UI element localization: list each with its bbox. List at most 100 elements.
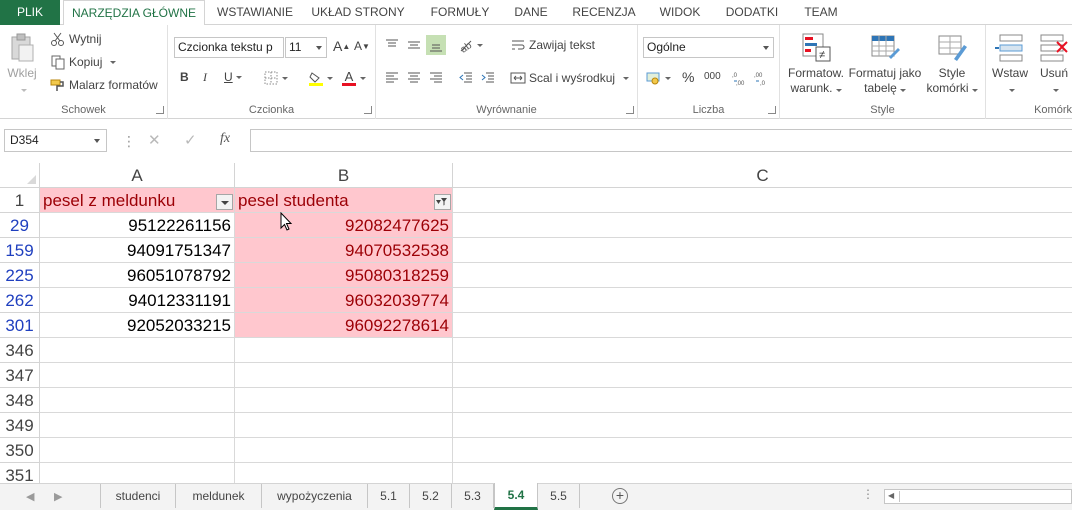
copy-button[interactable]: Kopiuj bbox=[50, 54, 117, 70]
empty-cell[interactable] bbox=[453, 363, 1072, 388]
empty-cell[interactable] bbox=[40, 363, 235, 388]
increase-decimal-button[interactable]: ,0,00 bbox=[732, 70, 748, 87]
pesel-student-cell[interactable]: 94070532538 bbox=[235, 238, 453, 263]
wrap-text-button[interactable]: Zawijaj tekst bbox=[510, 37, 595, 53]
row-header[interactable]: 1 bbox=[0, 188, 40, 213]
sheet-tab-studenci[interactable]: studenci bbox=[101, 484, 176, 508]
select-all-button[interactable] bbox=[0, 163, 40, 188]
empty-cell[interactable] bbox=[453, 413, 1072, 438]
column-header-b[interactable]: B bbox=[235, 163, 453, 188]
grow-font-button[interactable]: A ▲ bbox=[333, 38, 350, 54]
increase-indent-button[interactable] bbox=[480, 70, 496, 86]
pesel-meldunek-cell[interactable]: 94091751347 bbox=[40, 238, 235, 263]
column-header-a[interactable]: A bbox=[40, 163, 235, 188]
row-header[interactable]: 346 bbox=[0, 338, 40, 363]
percent-button[interactable]: % bbox=[682, 69, 694, 85]
shrink-font-button[interactable]: A ▼ bbox=[354, 39, 370, 53]
tab-file[interactable]: PLIK bbox=[0, 0, 60, 25]
row-header[interactable]: 301 bbox=[0, 313, 40, 338]
empty-cell[interactable] bbox=[453, 438, 1072, 463]
align-bottom-button[interactable] bbox=[426, 35, 446, 55]
empty-cell[interactable] bbox=[40, 463, 235, 483]
sheet-tab-5-3[interactable]: 5.3 bbox=[452, 484, 494, 508]
empty-cell[interactable] bbox=[453, 213, 1072, 238]
add-sheet-icon[interactable]: + bbox=[612, 488, 628, 504]
empty-cell[interactable] bbox=[40, 338, 235, 363]
row-header[interactable]: 159 bbox=[0, 238, 40, 263]
tab-split-handle-icon[interactable]: ⋮ bbox=[862, 487, 874, 501]
cancel-icon[interactable]: ✕ bbox=[148, 131, 161, 149]
next-sheet-icon[interactable]: ▶ bbox=[54, 490, 62, 503]
tab-page-layout[interactable]: UKŁAD STRONY bbox=[305, 0, 411, 25]
empty-cell[interactable] bbox=[453, 288, 1072, 313]
pesel-meldunek-cell[interactable]: 92052033215 bbox=[40, 313, 235, 338]
pesel-meldunek-cell[interactable]: 96051078792 bbox=[40, 263, 235, 288]
tab-view[interactable]: WIDOK bbox=[650, 0, 710, 25]
enter-icon[interactable]: ✓ bbox=[184, 131, 197, 149]
column-header-c[interactable]: C bbox=[453, 163, 1072, 188]
empty-cell[interactable] bbox=[235, 388, 453, 413]
align-right-button[interactable] bbox=[428, 70, 444, 86]
tab-home[interactable]: NARZĘDZIA GŁÓWNE bbox=[63, 0, 205, 26]
sheet-tab-5-1[interactable]: 5.1 bbox=[368, 484, 410, 508]
empty-cell[interactable] bbox=[40, 413, 235, 438]
empty-cell[interactable] bbox=[235, 413, 453, 438]
horizontal-scrollbar[interactable]: ◀ bbox=[884, 489, 1072, 504]
font-color-button[interactable]: A bbox=[341, 70, 366, 86]
header-cell-pesel-z-meldunku[interactable]: pesel z meldunku bbox=[40, 188, 235, 213]
number-launcher-icon[interactable] bbox=[768, 106, 776, 114]
pesel-student-cell[interactable]: 96092278614 bbox=[235, 313, 453, 338]
row-header[interactable]: 225 bbox=[0, 263, 40, 288]
tab-insert[interactable]: WSTAWIANIE bbox=[209, 0, 301, 25]
pesel-student-cell[interactable]: 95080318259 bbox=[235, 263, 453, 288]
conditional-formatting-button[interactable]: ≠ Formatow. warunk. bbox=[784, 31, 848, 96]
italic-button[interactable]: I bbox=[203, 70, 207, 85]
orientation-button[interactable]: ab bbox=[458, 37, 483, 56]
bold-button[interactable]: B bbox=[180, 70, 189, 84]
row-header[interactable]: 348 bbox=[0, 388, 40, 413]
empty-cell[interactable] bbox=[40, 388, 235, 413]
row-header[interactable]: 351 bbox=[0, 463, 40, 483]
format-painter-button[interactable]: Malarz formatów bbox=[50, 77, 158, 93]
empty-cell[interactable] bbox=[453, 238, 1072, 263]
fill-color-button[interactable] bbox=[308, 70, 333, 86]
sheet-tab-5-2[interactable]: 5.2 bbox=[410, 484, 452, 508]
empty-cell[interactable] bbox=[235, 338, 453, 363]
pesel-student-cell[interactable]: 92082477625 bbox=[235, 213, 453, 238]
row-header[interactable]: 350 bbox=[0, 438, 40, 463]
cell-styles-button[interactable]: Style komórki bbox=[922, 31, 982, 96]
empty-cell[interactable] bbox=[40, 438, 235, 463]
alignment-launcher-icon[interactable] bbox=[626, 106, 634, 114]
delete-cells-button[interactable]: Usuń bbox=[1034, 31, 1072, 96]
decrease-decimal-button[interactable]: ,00,0 bbox=[754, 70, 770, 87]
pesel-student-cell[interactable]: 96032039774 bbox=[235, 288, 453, 313]
align-top-button[interactable] bbox=[384, 37, 400, 53]
thousands-button[interactable]: 000 bbox=[704, 71, 721, 82]
insert-cells-button[interactable]: Wstaw bbox=[988, 31, 1032, 96]
name-box[interactable]: D354 bbox=[4, 129, 107, 152]
borders-button[interactable] bbox=[263, 70, 288, 86]
empty-cell[interactable] bbox=[235, 438, 453, 463]
cut-button[interactable]: Wytnij bbox=[50, 31, 102, 47]
align-center-button[interactable] bbox=[406, 70, 422, 86]
horizontal-scroll-thumb[interactable] bbox=[899, 491, 1071, 502]
accounting-format-button[interactable] bbox=[646, 70, 671, 86]
font-size-select[interactable]: 11 bbox=[285, 37, 327, 58]
formula-input[interactable] bbox=[250, 129, 1072, 152]
align-left-button[interactable] bbox=[384, 70, 400, 86]
empty-cell[interactable] bbox=[453, 313, 1072, 338]
font-name-select[interactable]: Czcionka tekstu p bbox=[174, 37, 284, 58]
row-header[interactable]: 262 bbox=[0, 288, 40, 313]
prev-sheet-icon[interactable]: ◀ bbox=[26, 490, 34, 503]
sheet-tab-5-5[interactable]: 5.5 bbox=[538, 484, 580, 508]
underline-button[interactable]: U bbox=[224, 70, 242, 84]
font-launcher-icon[interactable] bbox=[364, 106, 372, 114]
row-header[interactable]: 349 bbox=[0, 413, 40, 438]
empty-cell[interactable] bbox=[453, 263, 1072, 288]
pesel-meldunek-cell[interactable]: 95122261156 bbox=[40, 213, 235, 238]
header-cell-pesel-studenta[interactable]: pesel studenta bbox=[235, 188, 453, 213]
sheet-tab-wypozyczenia[interactable]: wypożyczenia bbox=[262, 484, 368, 508]
merge-center-button[interactable]: Scal i wyśrodkuj bbox=[510, 70, 630, 86]
scroll-left-icon[interactable]: ◀ bbox=[888, 491, 894, 500]
tab-review[interactable]: RECENZJA bbox=[564, 0, 644, 25]
